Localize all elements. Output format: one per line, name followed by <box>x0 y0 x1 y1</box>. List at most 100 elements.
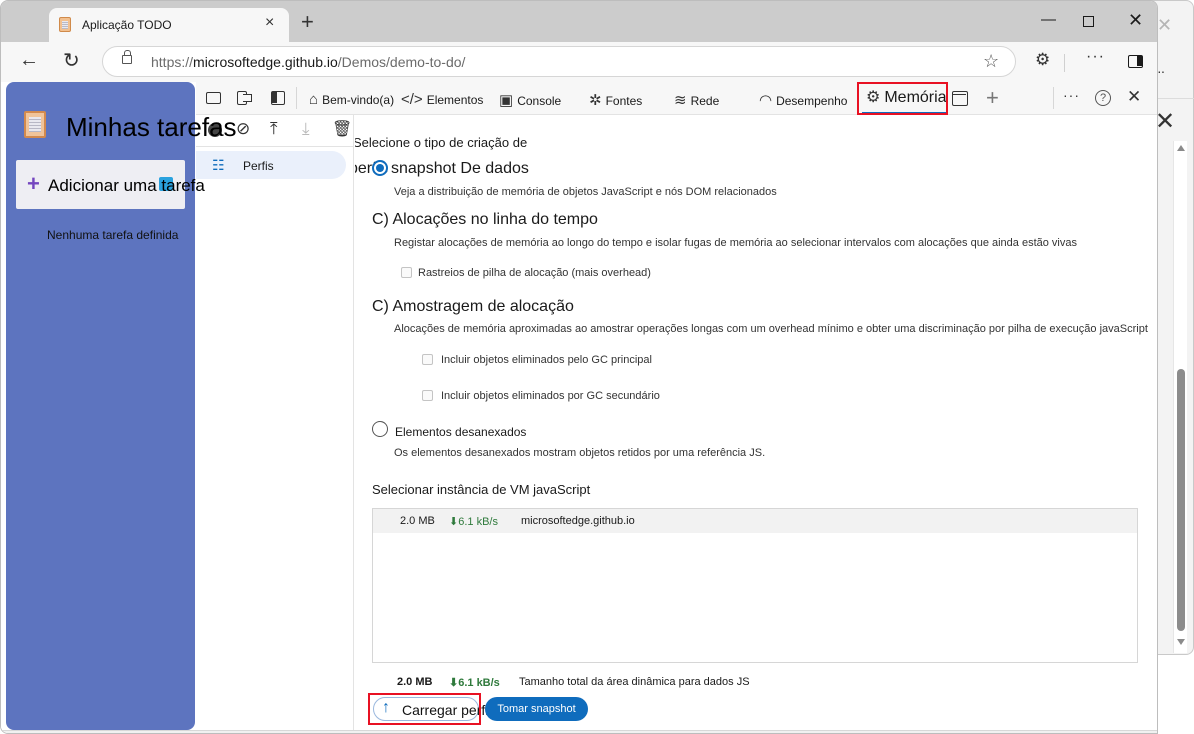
tab-label: Bem-vindo(a) <box>322 93 395 107</box>
settings-more-icon[interactable]: ··· <box>1086 48 1105 66</box>
vm-name: microsoftedge.github.io <box>521 515 635 527</box>
sliders-icon: ☷ <box>212 157 225 173</box>
memory-main-panel: Selecione o tipo de criação de perfis sn… <box>355 115 1157 733</box>
option-title[interactable]: C) Alocações no linha do tempo <box>372 211 598 229</box>
add-tab-button[interactable]: + <box>986 85 999 111</box>
url-path: /Demos/demo-to-do/ <box>337 54 466 70</box>
dock-panel-icon[interactable] <box>952 91 968 106</box>
close-window-button[interactable]: ✕ <box>1128 10 1143 31</box>
background-panel-close-icon: ✕ <box>1155 108 1176 135</box>
divider <box>296 87 297 109</box>
devtools-more-icon[interactable]: ··· <box>1063 87 1080 103</box>
vm-size: 2.0 MB <box>400 515 435 527</box>
sidebar-toggle-icon[interactable] <box>1128 55 1143 68</box>
take-snapshot-button[interactable]: Tomar snapshot <box>485 697 588 721</box>
tab-label: Fontes <box>605 94 643 108</box>
browser-tab[interactable]: Aplicação TODO × <box>49 8 289 42</box>
tab-title: Aplicação TODO <box>82 18 172 32</box>
favorite-star-icon[interactable]: ☆ <box>983 51 999 72</box>
home-icon: ⌂ <box>309 91 319 108</box>
vm-rate: ⬇6.1 kB/s <box>449 516 498 528</box>
highlight-box <box>368 693 481 725</box>
empty-tasks-text: Nenhuma tarefa definida <box>47 228 179 242</box>
option-description: Registar alocações de memória ao longo d… <box>394 237 1077 249</box>
clear-icon[interactable]: ⊘ <box>236 119 250 139</box>
option-description: Os elementos desanexados mostram objetos… <box>394 447 766 459</box>
checkbox-major-gc[interactable] <box>422 354 433 365</box>
lock-icon[interactable] <box>122 50 132 64</box>
tab-bar: Aplicação TODO × + — ✕ <box>1 1 1157 42</box>
sidebar-item-label: Perfis <box>243 159 274 173</box>
tab-performance[interactable]: ◠ Desempenho <box>759 91 847 109</box>
tab-console[interactable]: ▣ Console <box>499 91 561 109</box>
vm-instance-list: 2.0 MB ⬇6.1 kB/s microsoftedge.github.io <box>372 508 1138 663</box>
devtools-panel: ⌂ Bem-vindo(a) </> Elementos ▣ Console ✲ Fon… <box>196 82 1157 733</box>
todo-title: Minhas tarefas <box>66 112 237 142</box>
sidebar-item-profiles[interactable]: ☷ Perfis <box>196 151 346 179</box>
bug-icon: ✲ <box>589 92 602 109</box>
clipboard-favicon-icon <box>59 17 71 32</box>
device-emulation-icon[interactable] <box>237 91 252 105</box>
help-icon[interactable]: ? <box>1095 90 1111 106</box>
option-description: Veja a distribuição de memória de objeto… <box>394 186 777 198</box>
vm-instance-heading: Selecionar instância de VM javaScript <box>372 482 591 497</box>
tab-close-icon[interactable]: × <box>265 14 274 32</box>
total-rate: ⬇6.1 kB/s <box>449 677 500 689</box>
tab-network[interactable]: ≋ Rede <box>674 91 719 109</box>
wifi-icon: ≋ <box>674 92 687 109</box>
tab-label: Console <box>517 94 562 108</box>
vm-instance-row[interactable]: 2.0 MB ⬇6.1 kB/s microsoftedge.github.io <box>373 509 1137 533</box>
code-icon: </> <box>401 91 423 108</box>
trash-icon[interactable]: 🗑 <box>332 119 352 139</box>
window-bottom-edge <box>1 730 1157 733</box>
dock-side-icon[interactable] <box>271 91 285 105</box>
checkbox-label: Incluir objetos eliminados por GC secund… <box>441 390 660 402</box>
new-tab-button[interactable]: + <box>301 11 314 33</box>
tab-label: Rede <box>690 94 720 108</box>
plus-icon: + <box>27 171 40 196</box>
address-bar[interactable]: https://microsoftedge.github.io/Demos/de… <box>102 46 1016 77</box>
scrollbar-thumb <box>1177 369 1185 631</box>
option-title[interactable]: C) Amostragem de alocação <box>372 298 574 316</box>
option-title: Elementos desanexados <box>395 425 527 439</box>
back-button[interactable]: ← <box>19 49 39 72</box>
minimize-button[interactable]: — <box>1041 11 1056 28</box>
maximize-button[interactable] <box>1083 16 1094 27</box>
save-profile-icon[interactable]: ⤓ <box>302 119 310 139</box>
page-content: Minhas tarefas + Adicionar uma tarefa Ne… <box>1 82 1157 733</box>
url-scheme: https:// <box>151 54 194 70</box>
total-label: Tamanho total da área dinâmica para dado… <box>519 676 750 688</box>
divider <box>1064 54 1065 72</box>
radio-heap-snapshot[interactable] <box>372 160 388 176</box>
inspect-element-icon[interactable] <box>206 92 221 104</box>
scroll-down-icon <box>1177 639 1185 645</box>
radio-detached-elements[interactable] <box>372 421 388 437</box>
devtools-tab-bar: ⌂ Bem-vindo(a) </> Elementos ▣ Console ✲ Fon… <box>196 82 1157 115</box>
tab-welcome[interactable]: ⌂ Bem-vindo(a) <box>309 91 394 108</box>
gauge-icon: ◠ <box>759 92 773 109</box>
add-task-label: Adicionar uma tarefa <box>48 176 205 195</box>
extensions-icon[interactable]: ⚙ <box>1035 50 1050 70</box>
devtools-close-icon[interactable]: ✕ <box>1127 87 1141 107</box>
background-more-icon: ·· <box>1157 63 1165 79</box>
total-size-value: 2.0 MB <box>397 676 433 688</box>
scroll-up-icon <box>1177 145 1185 151</box>
checkbox-minor-gc[interactable] <box>422 390 433 401</box>
background-scrollbar <box>1173 141 1187 653</box>
url-host: microsoftedge.github.io <box>193 54 338 70</box>
option-title: snapshot De dados <box>391 160 529 177</box>
console-icon: ▣ <box>499 92 514 109</box>
tab-sources[interactable]: ✲ Fontes <box>589 91 642 109</box>
checkbox-label: Incluir objetos eliminados pelo GC princ… <box>441 354 652 366</box>
checkbox-allocation-stack[interactable] <box>401 267 412 278</box>
load-profile-icon[interactable]: ⤒ <box>270 119 278 139</box>
option-description: Alocações de memória aproximadas ao amos… <box>394 323 1148 335</box>
add-task-button[interactable]: + Adicionar uma tarefa <box>16 160 205 209</box>
total-size: 2.0 MB <box>397 676 432 688</box>
profile-type-heading: Selecione o tipo de criação de <box>355 135 528 150</box>
tab-elements[interactable]: </> Elementos <box>401 91 483 108</box>
tab-label: Desempenho <box>776 94 848 108</box>
browser-toolbar: ← ↻ https://microsoftedge.github.io/Demo… <box>1 42 1157 82</box>
url-text[interactable]: https://microsoftedge.github.io/Demos/de… <box>151 54 465 70</box>
refresh-button[interactable]: ↻ <box>63 48 80 73</box>
